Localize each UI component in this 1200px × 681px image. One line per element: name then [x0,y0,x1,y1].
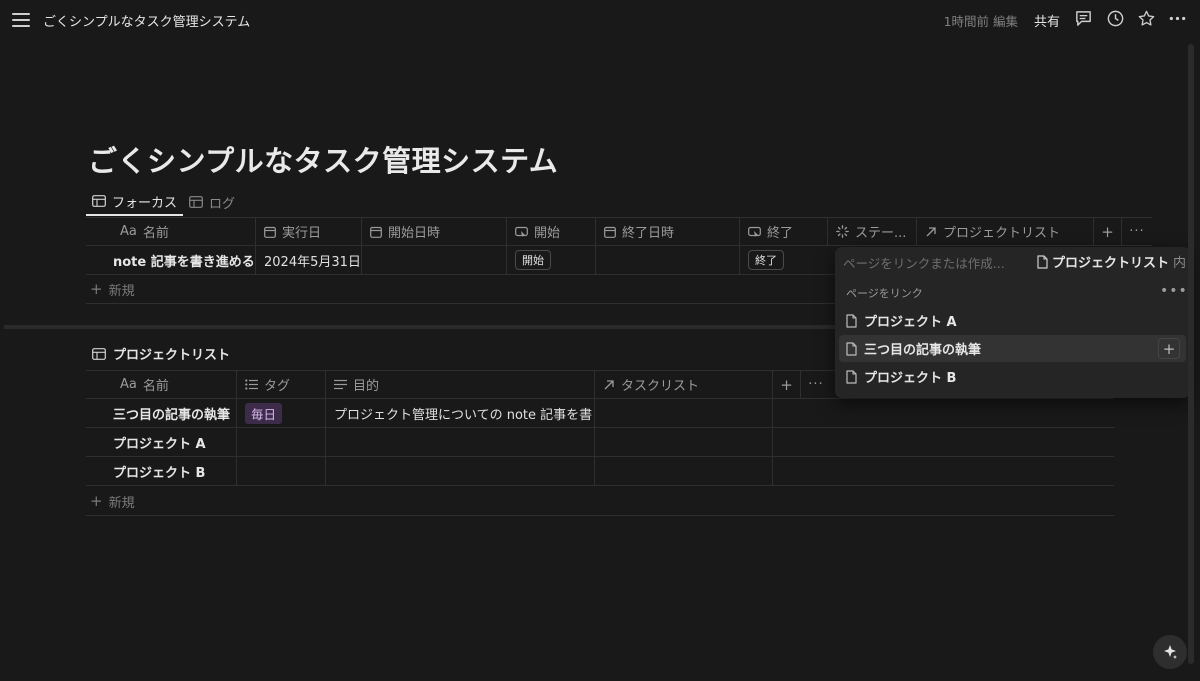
history-clock-icon[interactable] [1106,9,1126,29]
empty-cell [773,428,1114,456]
start-cell: 開始 [507,246,596,274]
more-options-icon[interactable]: ··· [1122,218,1152,245]
purpose-cell[interactable]: プロジェクト管理についての note 記事を書く [326,399,595,427]
relation-link-popup: ページをリンクまたは作成... プロジェクトリスト 内 ページをリンク ••• … [835,247,1190,398]
project-name-cell[interactable]: プロジェクト B [86,457,237,485]
share-button[interactable]: 共有 [1034,11,1060,30]
comment-icon[interactable] [1074,9,1094,29]
tab-log[interactable]: ログ [183,188,241,216]
table-view-icon [189,196,203,208]
link-option-item[interactable]: プロジェクト B [839,363,1186,390]
tab-focus[interactable]: フォーカス [86,188,184,216]
link-option-item[interactable]: 三つ目の記事の執筆 + [839,335,1186,362]
more-options-icon[interactable]: ••• [1160,283,1188,299]
project-name-cell[interactable]: 三つ目の記事の執筆 [86,399,237,427]
task-list-cell[interactable] [595,457,773,485]
status-loading-icon [836,225,849,238]
text-property-icon: Aa [120,224,137,239]
table-row[interactable]: 三つ目の記事の執筆 毎日 プロジェクト管理についての note 記事を書く [86,399,1114,428]
target-database: プロジェクトリスト 内 [1037,252,1186,271]
vertical-scrollbar[interactable] [1188,44,1194,664]
focus-table-header: Aa 名前 実行日 開始日時 開始 終了日時 終了 ステー... プロジェクトリ… [86,217,1152,246]
sidebar-menu-icon[interactable] [12,11,30,27]
start-button[interactable]: 開始 [515,250,551,270]
table-row[interactable]: プロジェクト A [86,428,1114,457]
relation-arrow-icon [925,226,937,238]
project-name-cell[interactable]: プロジェクト A [86,428,237,456]
task-list-cell[interactable] [595,428,773,456]
favorite-star-icon[interactable] [1137,9,1157,29]
link-option-item[interactable]: プロジェクト A [839,307,1186,334]
button-property-icon [748,226,761,238]
ai-sparkle-icon[interactable] [1153,635,1187,669]
more-options-icon[interactable] [1168,9,1188,29]
task-list-cell[interactable] [595,399,773,427]
exec-date-cell[interactable]: 2024年5月31日 [256,246,362,274]
column-header-tag[interactable]: タグ [237,371,326,398]
column-header-status[interactable]: ステー... [828,218,917,245]
calendar-icon [604,226,616,238]
column-header-end[interactable]: 終了 [740,218,828,245]
table-view-icon [92,195,106,207]
end-datetime-cell[interactable] [596,246,740,274]
purpose-cell[interactable] [326,457,595,485]
end-button[interactable]: 終了 [748,250,784,270]
tag-cell[interactable] [237,457,326,485]
end-cell: 終了 [740,246,835,274]
page-title: ごくシンプルなタスク管理システム [88,144,559,178]
text-lines-icon [334,379,347,390]
calendar-icon [264,226,276,238]
column-header-project-list[interactable]: プロジェクトリスト [917,218,1094,245]
divider [4,325,836,329]
tag-cell[interactable]: 毎日 [237,399,326,427]
tab-focus-label: フォーカス [112,195,178,211]
button-property-icon [515,226,528,238]
column-header-exec-date[interactable]: 実行日 [256,218,362,245]
empty-cell [773,399,1114,427]
multi-select-icon [245,379,258,390]
start-datetime-cell[interactable] [362,246,507,274]
column-header-task-list[interactable]: タスクリスト [595,371,773,398]
add-link-plus-icon[interactable]: + [1158,338,1180,359]
page-icon [1037,254,1048,269]
add-property-icon[interactable]: + [1094,218,1122,245]
view-tabs: フォーカス ログ [86,188,241,216]
table-row[interactable]: note 記事を書き進める 2024年5月31日 開始 終了 [86,246,835,275]
link-search-placeholder: ページをリンクまたは作成... [843,256,1005,271]
calendar-icon [370,226,382,238]
page-icon [846,341,857,356]
add-property-icon[interactable]: + [773,371,801,398]
more-options-icon[interactable]: ··· [801,371,831,398]
table-view-icon [92,347,106,360]
page-icon [846,313,857,328]
plus-icon: + [90,492,103,510]
table-row[interactable]: プロジェクト B [86,457,1114,486]
tag-cell[interactable] [237,428,326,456]
top-bar: ごくシンプルなタスク管理システム 1時間前 編集 共有 [0,0,1200,38]
purpose-cell[interactable] [326,428,595,456]
link-search-input[interactable]: ページをリンクまたは作成... プロジェクトリスト 内 [835,247,1190,275]
new-row-button[interactable]: + 新規 [86,275,835,304]
last-edited-label: 1時間前 編集 [943,14,1018,29]
plus-icon: + [90,280,103,298]
task-name-cell[interactable]: note 記事を書き進める [86,246,256,274]
column-header-purpose[interactable]: 目的 [326,371,595,398]
breadcrumb[interactable]: ごくシンプルなタスク管理システム [43,11,250,30]
column-header-end-datetime[interactable]: 終了日時 [596,218,740,245]
column-header-name[interactable]: Aa 名前 [86,218,256,245]
column-header-start[interactable]: 開始 [507,218,596,245]
tab-log-label: ログ [209,196,236,212]
tag-badge: 毎日 [245,402,283,424]
project-database-title[interactable]: プロジェクトリスト [92,344,230,363]
text-property-icon: Aa [120,377,137,392]
column-header-name[interactable]: Aa 名前 [86,371,237,398]
section-label: ページをリンク [846,287,923,300]
empty-cell [773,457,1114,485]
page-icon [846,369,857,384]
new-row-button[interactable]: + 新規 [86,487,1114,516]
relation-arrow-icon [603,379,615,391]
column-header-start-datetime[interactable]: 開始日時 [362,218,507,245]
